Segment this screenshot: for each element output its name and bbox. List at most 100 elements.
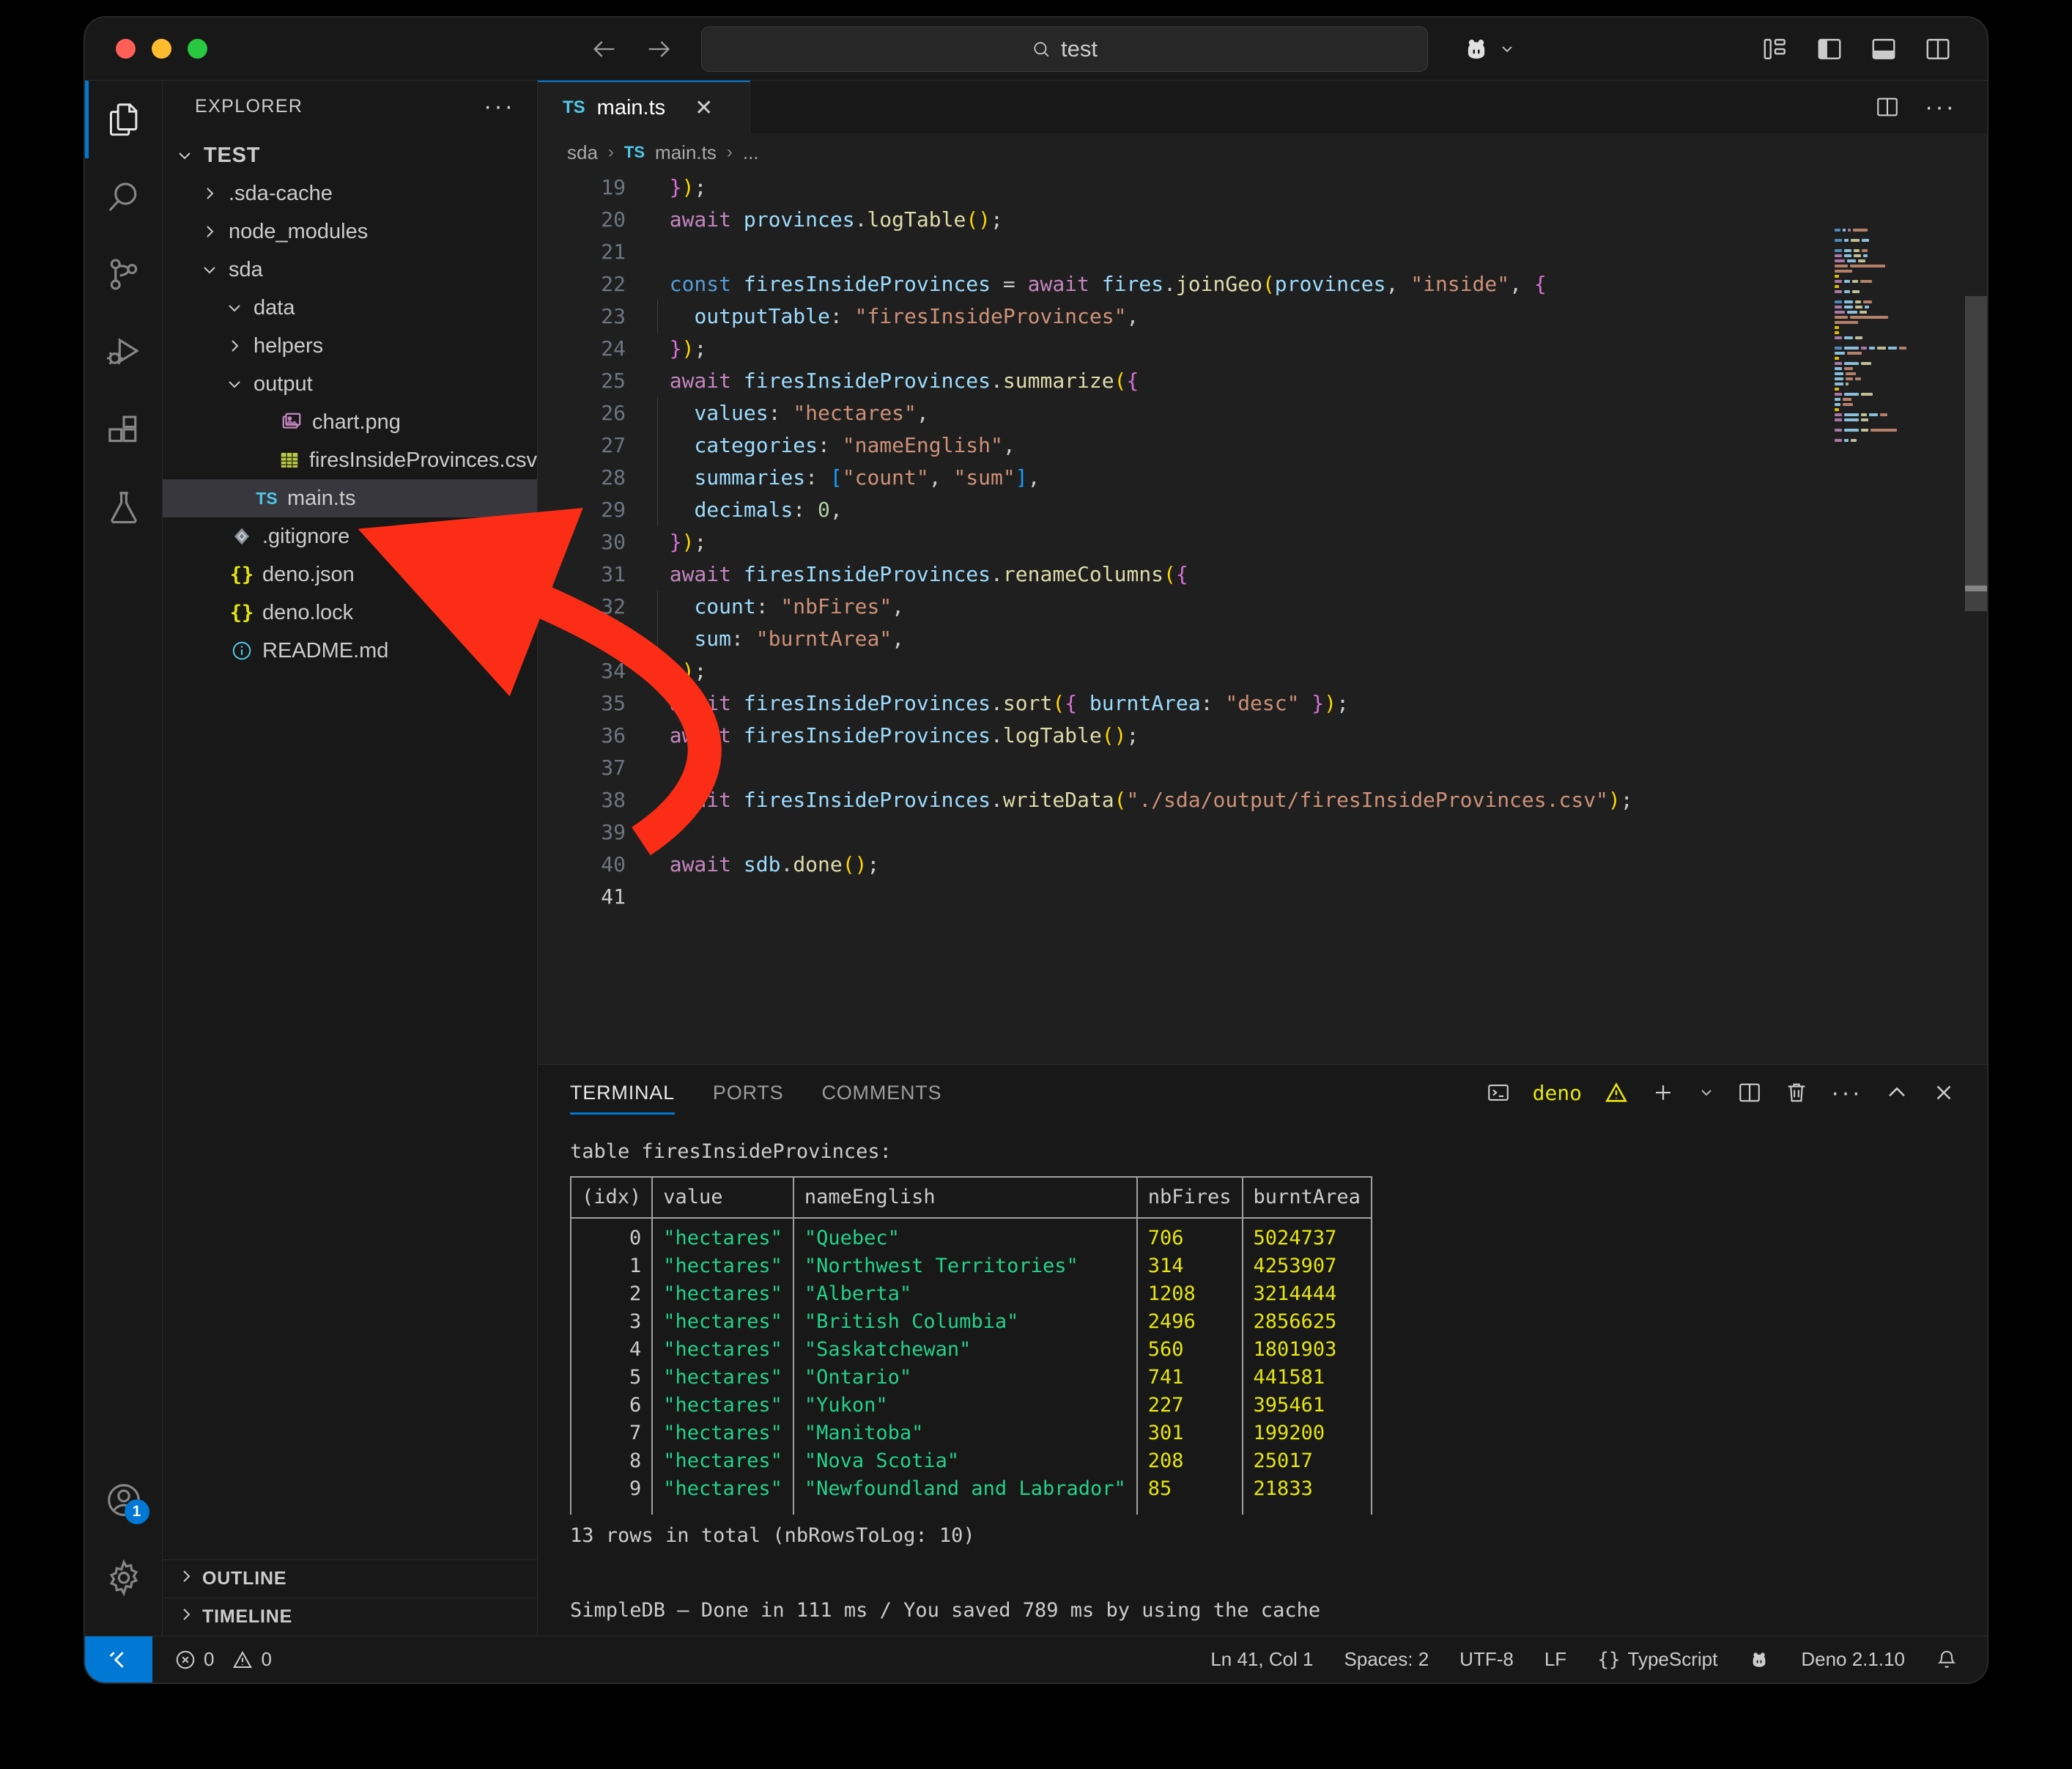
chevron-down-icon[interactable] — [173, 147, 196, 164]
tree-item-node-modules[interactable]: node_modules — [163, 213, 537, 251]
table-column-header: nameEnglish — [792, 1176, 1138, 1219]
breadcrumb-file[interactable]: main.ts — [655, 141, 717, 164]
section-timeline[interactable]: TIMELINE — [163, 1598, 537, 1636]
sidebar-item-testing[interactable] — [85, 469, 163, 547]
command-center-search[interactable]: test — [701, 26, 1428, 72]
terminal-output[interactable]: table firesInsideProvinces: (idx) value na… — [538, 1120, 1987, 1636]
tree-item-label: firesInsideProvinces.csv — [308, 448, 537, 472]
terminal-icon[interactable] — [1486, 1080, 1511, 1105]
tree-item-chart-png[interactable]: chart.png — [163, 403, 537, 441]
new-terminal-icon[interactable] — [1651, 1080, 1676, 1105]
code-line: 33 sum: "burntArea", — [538, 623, 1987, 655]
split-editor-icon[interactable] — [1875, 95, 1900, 119]
cursor-position[interactable]: Ln 41, Col 1 — [1210, 1648, 1313, 1671]
chevron-right-icon[interactable] — [198, 223, 221, 240]
explorer-more-actions-icon[interactable]: ··· — [484, 94, 515, 119]
breadcrumb-separator: › — [607, 142, 614, 162]
terminal-blank-line-2 — [570, 1573, 1987, 1598]
language-mode[interactable]: {} TypeScript — [1597, 1648, 1717, 1671]
navigation-buttons — [588, 33, 675, 65]
toggle-panel-icon[interactable] — [1870, 35, 1898, 63]
editor-actions: ··· — [1875, 81, 1987, 133]
trash-icon[interactable] — [1784, 1080, 1809, 1105]
terminal-shell-label[interactable]: deno — [1533, 1081, 1582, 1105]
split-terminal-icon[interactable] — [1737, 1080, 1762, 1105]
chevron-right-icon[interactable] — [198, 185, 221, 202]
breadcrumb-folder[interactable]: sda — [567, 141, 598, 164]
tree-item-firesinsideprovinces-csv[interactable]: firesInsideProvinces.csv — [163, 441, 537, 479]
section-outline[interactable]: OUTLINE — [163, 1559, 537, 1598]
chevron-down-icon[interactable] — [223, 375, 246, 393]
sidebar-item-search[interactable] — [85, 158, 163, 236]
bell-icon[interactable] — [1936, 1649, 1958, 1671]
tab-main-ts[interactable]: TS main.ts ✕ — [538, 81, 750, 133]
line-number: 22 — [601, 272, 626, 296]
tree-item-data[interactable]: data — [163, 289, 537, 327]
close-panel-icon[interactable] — [1931, 1080, 1956, 1105]
copilot-menu[interactable] — [1462, 34, 1516, 64]
tree-item-output[interactable]: output — [163, 365, 537, 403]
toggle-secondary-sidebar-icon[interactable] — [1924, 35, 1952, 63]
sidebar-item-run-and-debug[interactable] — [85, 314, 163, 391]
explorer-sidebar: EXPLORER ··· TEST .sda-cache node_modules s… — [163, 81, 538, 1636]
search-icon — [108, 182, 136, 212]
sidebar-item-explorer[interactable] — [85, 81, 163, 158]
panel-tab-terminal[interactable]: TERMINAL — [570, 1065, 675, 1120]
back-arrow-icon[interactable] — [588, 33, 621, 65]
forward-arrow-icon[interactable] — [643, 33, 675, 65]
chevron-down-icon[interactable] — [1698, 1080, 1715, 1105]
tree-item-readme-md[interactable]: README.md — [163, 632, 537, 670]
account-button[interactable]: 1 — [85, 1461, 163, 1539]
chevron-right-icon[interactable] — [223, 337, 246, 355]
chevron-down-icon[interactable] — [223, 299, 246, 317]
tree-item-sda[interactable]: sda — [163, 251, 537, 289]
sidebar-item-extensions[interactable] — [85, 391, 163, 469]
remote-icon — [109, 1651, 124, 1668]
maximize-panel-icon[interactable] — [1884, 1080, 1909, 1105]
close-icon[interactable]: ✕ — [695, 95, 713, 121]
table-cell: 741 — [1136, 1364, 1243, 1392]
maximize-window-button[interactable] — [188, 39, 207, 59]
settings-button[interactable] — [85, 1539, 163, 1617]
remote-indicator-button[interactable] — [85, 1636, 152, 1683]
warning-icon — [233, 1650, 253, 1668]
tree-item-test[interactable]: TEST — [163, 136, 537, 174]
toggle-primary-sidebar-icon[interactable] — [1816, 35, 1843, 63]
panel-tab-ports[interactable]: PORTS — [713, 1065, 784, 1120]
chevron-down-icon[interactable] — [198, 261, 221, 278]
tree-item-deno-lock[interactable]: {} deno.lock — [163, 594, 537, 632]
copilot-status-icon[interactable] — [1748, 1649, 1770, 1671]
scrollbar-thumb[interactable] — [1965, 296, 1987, 611]
eol-setting[interactable]: LF — [1544, 1648, 1566, 1671]
code-editor[interactable]: 19 }); 20 await provinces.logTable(); 21 22… — [538, 171, 1987, 1064]
code-line: 29 decimals: 0, — [538, 494, 1987, 526]
tree-item-deno-json[interactable]: {} deno.json — [163, 555, 537, 594]
line-content: }); — [669, 659, 707, 683]
table-cell: 208 — [1136, 1447, 1243, 1475]
encoding-setting[interactable]: UTF-8 — [1459, 1648, 1514, 1671]
deno-version[interactable]: Deno 2.1.10 — [1801, 1648, 1905, 1671]
warning-icon[interactable] — [1604, 1080, 1629, 1105]
table-cell: "Ontario" — [792, 1364, 1138, 1392]
problems-status[interactable]: 0 0 — [174, 1648, 272, 1671]
table-cell: "hectares" — [651, 1280, 794, 1308]
breadcrumb-more[interactable]: ... — [743, 141, 759, 164]
code-line: 19 }); — [538, 171, 1987, 204]
minimize-window-button[interactable] — [152, 39, 171, 59]
panel-more-actions-icon[interactable]: ··· — [1831, 1080, 1862, 1105]
editor-more-actions-icon[interactable]: ··· — [1925, 95, 1956, 119]
tree-item--gitignore[interactable]: .gitignore — [163, 517, 537, 555]
panel-tab-comments[interactable]: COMMENTS — [821, 1065, 941, 1120]
customize-layout-icon[interactable] — [1761, 35, 1789, 63]
indentation-setting[interactable]: Spaces: 2 — [1344, 1648, 1429, 1671]
close-window-button[interactable] — [116, 39, 136, 59]
extensions-icon — [108, 416, 136, 443]
tree-item-main-ts[interactable]: TS main.ts — [163, 479, 537, 517]
tree-item-helpers[interactable]: helpers — [163, 327, 537, 365]
sidebar-item-source-control[interactable] — [85, 236, 163, 314]
table-cell: 7 — [569, 1419, 654, 1447]
window-controls — [116, 39, 207, 59]
tree-item--sda-cache[interactable]: .sda-cache — [163, 174, 537, 213]
line-content: count: "nbFires", — [645, 591, 904, 623]
editor-scrollbar[interactable] — [1965, 171, 1987, 1064]
